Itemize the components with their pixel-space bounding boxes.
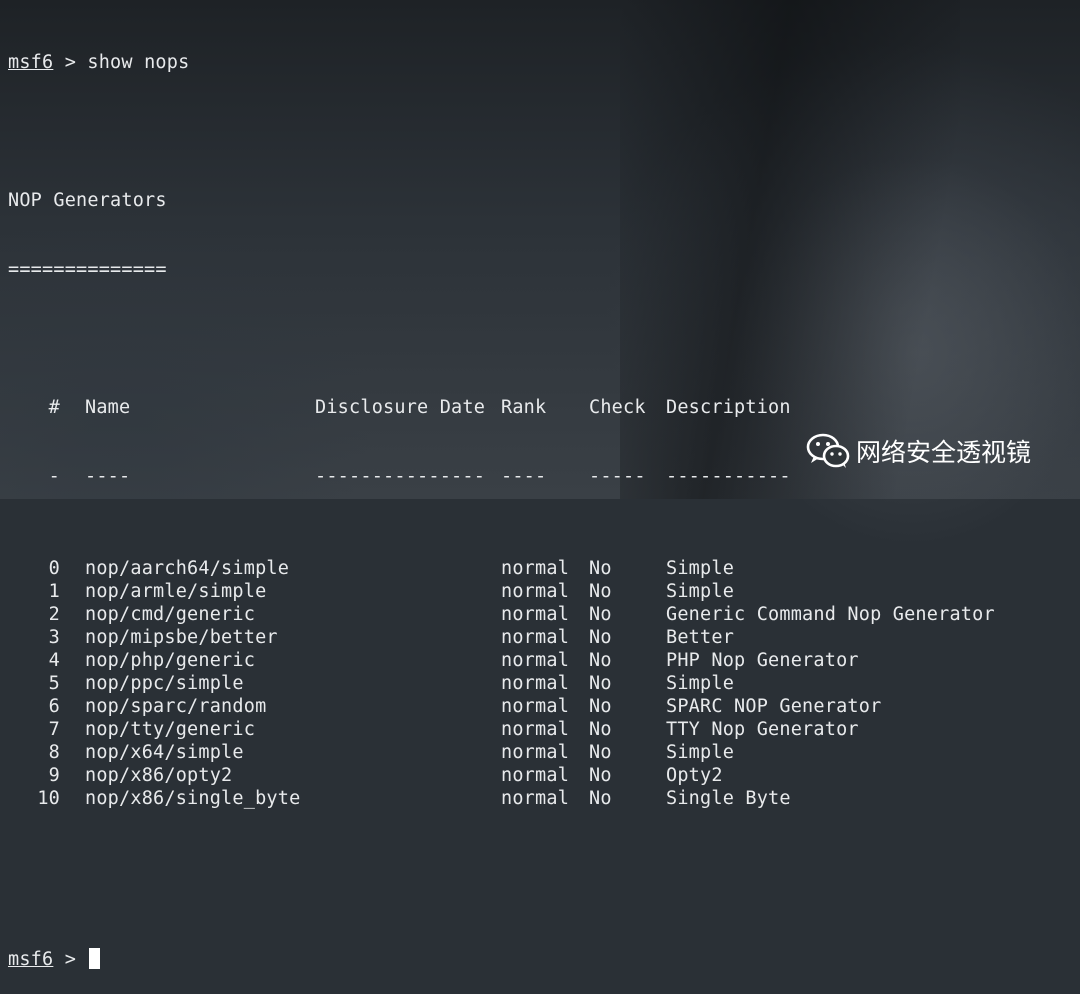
- row-name: nop/ppc/simple: [85, 673, 244, 694]
- row-rank: normal: [501, 673, 570, 694]
- header-num: #: [48, 397, 60, 418]
- row-name: nop/php/generic: [85, 650, 256, 671]
- row-rank: normal: [501, 604, 570, 625]
- row-name: nop/aarch64/simple: [85, 558, 290, 579]
- table-row: 2 nop/cmd/generic normal No Generic Command …: [8, 603, 1080, 626]
- table-row: 1 nop/armle/simple normal No Simple: [8, 580, 1080, 603]
- section-underline: ==============: [8, 259, 167, 280]
- row-description: PHP Nop Generator: [666, 650, 859, 671]
- row-num: 3: [48, 627, 60, 648]
- row-num: 4: [48, 650, 60, 671]
- dash-num: -: [48, 466, 60, 487]
- row-check: No: [589, 673, 612, 694]
- prompt-separator: >: [53, 52, 88, 73]
- row-check: No: [589, 696, 612, 717]
- table-row: 9 nop/x86/opty2 normal No Opty2: [8, 764, 1080, 787]
- input-line[interactable]: msf6 >: [8, 948, 1080, 971]
- table-body: 0 nop/aarch64/simple normal No Simple 1 nop/ar…: [8, 557, 1080, 810]
- table-row: 0 nop/aarch64/simple normal No Simple: [8, 557, 1080, 580]
- row-check: No: [589, 742, 612, 763]
- row-num: 0: [48, 558, 60, 579]
- row-num: 1: [48, 581, 60, 602]
- row-check: No: [589, 627, 612, 648]
- row-check: No: [589, 719, 612, 740]
- row-description: Simple: [666, 673, 735, 694]
- text-cursor[interactable]: [89, 948, 101, 969]
- row-rank: normal: [501, 788, 570, 809]
- table-row: 7 nop/tty/generic normal No TTY Nop Generato…: [8, 718, 1080, 741]
- header-check: Check: [589, 397, 646, 418]
- section-title: NOP Generators: [8, 190, 167, 211]
- row-check: No: [589, 581, 612, 602]
- row-description: Single Byte: [666, 788, 791, 809]
- row-check: No: [589, 558, 612, 579]
- header-name: Name: [85, 397, 131, 418]
- dash-description: -----------: [666, 466, 791, 487]
- header-date: Disclosure Date: [315, 397, 486, 418]
- row-rank: normal: [501, 581, 570, 602]
- row-rank: normal: [501, 742, 570, 763]
- row-name: nop/tty/generic: [85, 719, 256, 740]
- row-description: Simple: [666, 742, 735, 763]
- table-row: 3 nop/mipsbe/better normal No Better: [8, 626, 1080, 649]
- terminal-output[interactable]: msf6 > show nops NOP Generators ========…: [8, 5, 1080, 994]
- table-row: 6 nop/sparc/random normal No SPARC NOP Gener…: [8, 695, 1080, 718]
- table-row: 8 nop/x64/simple normal No Simple: [8, 741, 1080, 764]
- row-name: nop/cmd/generic: [85, 604, 256, 625]
- row-check: No: [589, 650, 612, 671]
- table-row: 4 nop/php/generic normal No PHP Nop Generato…: [8, 649, 1080, 672]
- table-header: # Name Disclosure Date Rank Check Description: [8, 396, 1080, 419]
- prompt-user: msf6: [8, 949, 54, 970]
- dash-name: ----: [85, 466, 131, 487]
- header-description: Description: [666, 397, 791, 418]
- row-description: Simple: [666, 581, 735, 602]
- row-rank: normal: [501, 765, 570, 786]
- row-description: Generic Command Nop Generator: [666, 604, 995, 625]
- prompt-separator: >: [53, 949, 88, 970]
- watermark-text: 网络安全透视镜: [856, 438, 1032, 467]
- row-num: 10: [37, 788, 60, 809]
- row-check: No: [589, 765, 612, 786]
- dash-date: ---------------: [315, 466, 486, 487]
- row-name: nop/x86/opty2: [85, 765, 233, 786]
- dash-rank: ----: [501, 466, 547, 487]
- row-name: nop/sparc/random: [85, 696, 267, 717]
- row-check: No: [589, 604, 612, 625]
- row-rank: normal: [501, 696, 570, 717]
- row-name: nop/x64/simple: [85, 742, 244, 763]
- row-description: Simple: [666, 558, 735, 579]
- row-description: TTY Nop Generator: [666, 719, 859, 740]
- table-row: 10 nop/x86/single_byte normal No Single Byte: [8, 787, 1080, 810]
- row-name: nop/armle/simple: [85, 581, 267, 602]
- watermark: 网络安全透视镜: [806, 433, 1031, 469]
- row-num: 6: [48, 696, 60, 717]
- table-row: 5 nop/ppc/simple normal No Simple: [8, 672, 1080, 695]
- header-rank: Rank: [501, 397, 547, 418]
- row-rank: normal: [501, 558, 570, 579]
- row-num: 7: [48, 719, 60, 740]
- row-name: nop/x86/single_byte: [85, 788, 301, 809]
- row-rank: normal: [501, 650, 570, 671]
- row-name: nop/mipsbe/better: [85, 627, 278, 648]
- row-check: No: [589, 788, 612, 809]
- row-description: SPARC NOP Generator: [666, 696, 882, 717]
- prompt-user: msf6: [8, 52, 54, 73]
- wechat-icon: [806, 433, 850, 468]
- row-rank: normal: [501, 627, 570, 648]
- row-description: Opty2: [666, 765, 723, 786]
- row-description: Better: [666, 627, 735, 648]
- row-num: 2: [48, 604, 60, 625]
- command-line: msf6 > show nops: [8, 51, 1080, 74]
- row-num: 8: [48, 742, 60, 763]
- row-num: 9: [48, 765, 60, 786]
- row-num: 5: [48, 673, 60, 694]
- command-text: show nops: [87, 52, 190, 73]
- dash-check: -----: [589, 466, 646, 487]
- row-rank: normal: [501, 719, 570, 740]
